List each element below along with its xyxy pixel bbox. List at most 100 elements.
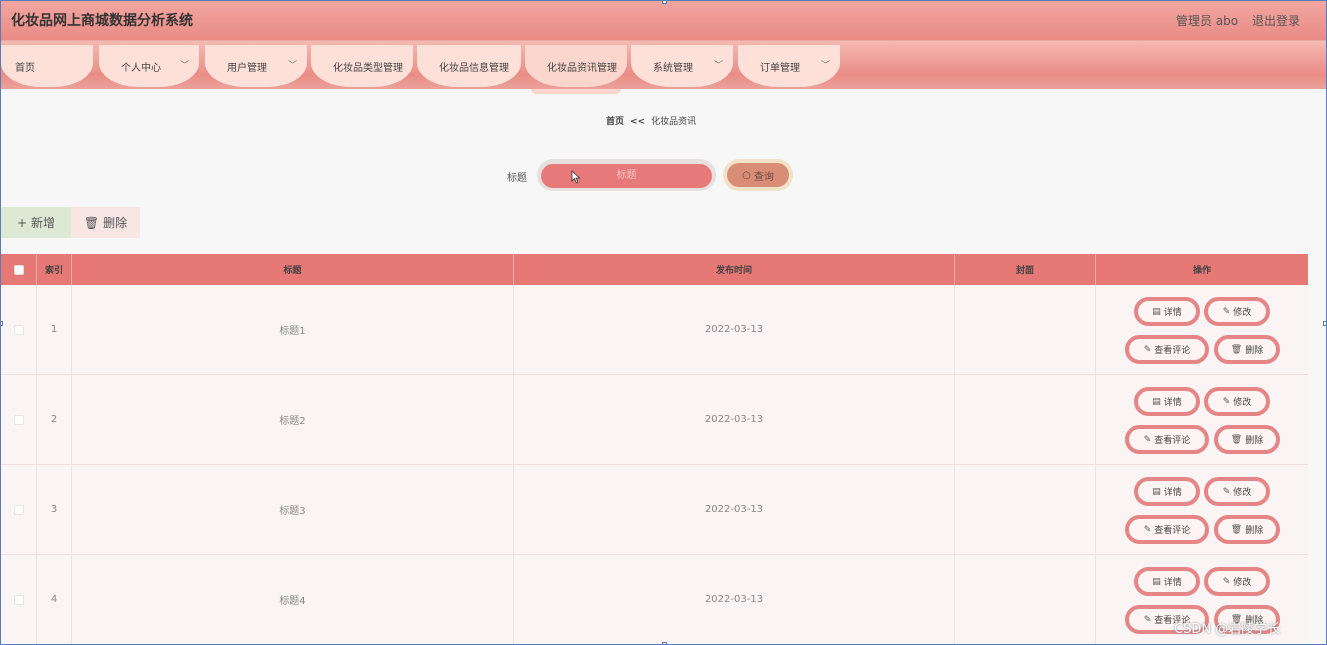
row-delete-button-label: 删除 [1245, 526, 1264, 536]
edit-icon: ✎ [1222, 306, 1231, 317]
row-delete-button-label: 删除 [1245, 346, 1264, 356]
search-box [537, 159, 716, 191]
detail-button[interactable]: ▤ 详情 [1134, 567, 1200, 596]
detail-button-label: 详情 [1163, 308, 1182, 318]
news-table: 索引 标题 发布时间 封面 操作 1 标题1 2022-03-13 ▤ 详情 ✎ 修… [1, 254, 1308, 644]
row-cover [955, 375, 1096, 464]
edit-button[interactable]: ✎ 修改 [1204, 477, 1270, 506]
nav-item-label: 首页 [15, 63, 35, 74]
row-publish-time: 2022-03-13 [514, 285, 955, 374]
detail-button-label: 详情 [1163, 578, 1182, 588]
column-header-cover[interactable]: 封面 [955, 254, 1096, 285]
row-check-cell [1, 465, 37, 554]
search-icon: ○ [742, 169, 751, 181]
query-button[interactable]: ○ 查询 [723, 159, 793, 191]
table-row: 4 标题4 2022-03-13 ▤ 详情 ✎ 修改 ✎ 查看评论 🗑 删除 [1, 555, 1308, 644]
trash-icon: 🗑 [1230, 344, 1243, 355]
chevron-down-icon: ﹀ [820, 61, 830, 71]
breadcrumb-home[interactable]: 首页 [606, 117, 624, 127]
admin-label: 管理员 abo [1176, 14, 1239, 28]
nav-item-label: 个人中心 [121, 63, 161, 74]
csdn-watermark: CSDN @岩陵学长 [1174, 622, 1281, 637]
row-actions: ▤ 详情 ✎ 修改 ✎ 查看评论 🗑 删除 [1096, 375, 1308, 464]
edit-button[interactable]: ✎ 修改 [1204, 387, 1270, 416]
row-title: 标题1 [72, 285, 514, 374]
chevron-down-icon: ﹀ [713, 61, 723, 71]
view-comments-button[interactable]: ✎ 查看评论 [1125, 425, 1209, 454]
detail-button[interactable]: ▤ 详情 [1134, 387, 1200, 416]
trash-icon: 🗑 [1230, 434, 1243, 445]
row-index: 2 [37, 375, 72, 464]
table-row: 2 标题2 2022-03-13 ▤ 详情 ✎ 修改 ✎ 查看评论 🗑 删除 [1, 375, 1308, 465]
column-header-index[interactable]: 索引 [37, 254, 72, 285]
edit-button-label: 修改 [1233, 488, 1252, 498]
view-comments-button[interactable]: ✎ 查看评论 [1125, 335, 1209, 364]
edit-icon: ✎ [1143, 434, 1152, 445]
nav-item-personal-center[interactable]: 个人中心 ﹀ [99, 45, 199, 87]
search-input[interactable] [541, 163, 712, 188]
column-header-title[interactable]: 标题 [72, 254, 514, 285]
query-button-label: 查询 [753, 171, 774, 183]
edit-button[interactable]: ✎ 修改 [1204, 297, 1270, 326]
nav-item-system-management[interactable]: 系统管理 ﹀ [631, 45, 733, 87]
select-all-checkbox[interactable] [13, 264, 24, 275]
row-delete-button[interactable]: 🗑 删除 [1214, 425, 1280, 454]
row-index: 3 [37, 465, 72, 554]
view-comments-button[interactable]: ✎ 查看评论 [1125, 515, 1209, 544]
breadcrumb-current: 化妆品资讯 [651, 117, 697, 127]
row-actions: ▤ 详情 ✎ 修改 ✎ 查看评论 🗑 删除 [1096, 465, 1308, 554]
column-header-publish-time[interactable]: 发布时间 [514, 254, 955, 285]
row-title: 标题3 [72, 465, 514, 554]
row-delete-button-label: 删除 [1245, 436, 1264, 446]
row-checkbox[interactable] [13, 324, 24, 335]
select-all-cell [1, 254, 37, 285]
row-index: 1 [37, 285, 72, 374]
nav-item-label: 订单管理 [760, 63, 800, 74]
nav-item-cosmetic-type-management[interactable]: 化妆品类型管理 [311, 45, 413, 87]
row-index: 4 [37, 555, 72, 644]
batch-delete-button[interactable]: 🗑 删除 [71, 207, 140, 238]
add-button[interactable]: + 新增 [1, 207, 71, 238]
top-header: 化妆品网上商城数据分析系统 管理员 abo 退出登录 [1, 1, 1326, 41]
detail-button-label: 详情 [1163, 398, 1182, 408]
breadcrumb: 首页 << 化妆品资讯 [606, 114, 696, 127]
edit-icon: ✎ [1222, 576, 1231, 587]
table-row: 3 标题3 2022-03-13 ▤ 详情 ✎ 修改 ✎ 查看评论 🗑 删除 [1, 465, 1308, 555]
edit-icon: ✎ [1143, 524, 1152, 535]
nav-item-order-management[interactable]: 订单管理 ﹀ [738, 45, 840, 87]
nav-item-home[interactable]: 首页 [1, 45, 93, 87]
row-cover [955, 555, 1096, 644]
row-checkbox[interactable] [13, 504, 24, 515]
delete-button-label: 删除 [103, 216, 128, 230]
nav-item-user-management[interactable]: 用户管理 ﹀ [205, 45, 307, 87]
row-checkbox[interactable] [13, 594, 24, 605]
edit-button[interactable]: ✎ 修改 [1204, 567, 1270, 596]
logout-link[interactable]: 退出登录 [1252, 12, 1300, 29]
table-header: 索引 标题 发布时间 封面 操作 [1, 254, 1308, 285]
nav-item-cosmetic-info-management[interactable]: 化妆品信息管理 [417, 45, 521, 87]
row-delete-button[interactable]: 🗑 删除 [1214, 515, 1280, 544]
row-cover [955, 285, 1096, 374]
row-delete-button[interactable]: 🗑 删除 [1214, 335, 1280, 364]
breadcrumb-separator: << [630, 117, 646, 127]
trash-icon: 🗑 [83, 215, 100, 230]
query-button-inner: ○ 查询 [727, 163, 789, 187]
row-publish-time: 2022-03-13 [514, 465, 955, 554]
row-actions: ▤ 详情 ✎ 修改 ✎ 查看评论 🗑 删除 [1096, 285, 1308, 374]
active-nav-indicator [531, 89, 621, 94]
document-icon: ▤ [1152, 306, 1161, 317]
detail-button[interactable]: ▤ 详情 [1134, 477, 1200, 506]
nav-item-label: 化妆品类型管理 [333, 63, 403, 74]
edit-icon: ✎ [1222, 486, 1231, 497]
plus-icon: + [16, 215, 28, 230]
detail-button-label: 详情 [1163, 488, 1182, 498]
view-comments-button-label: 查看评论 [1154, 526, 1191, 536]
nav-item-cosmetic-news-management[interactable]: 化妆品资讯管理 [525, 45, 627, 87]
row-checkbox[interactable] [13, 414, 24, 425]
view-comments-button-label: 查看评论 [1154, 436, 1191, 446]
edit-button-label: 修改 [1233, 398, 1252, 408]
detail-button[interactable]: ▤ 详情 [1134, 297, 1200, 326]
resize-handle [662, 1, 667, 4]
nav-item-label: 化妆品资讯管理 [547, 63, 617, 74]
document-icon: ▤ [1152, 486, 1161, 497]
